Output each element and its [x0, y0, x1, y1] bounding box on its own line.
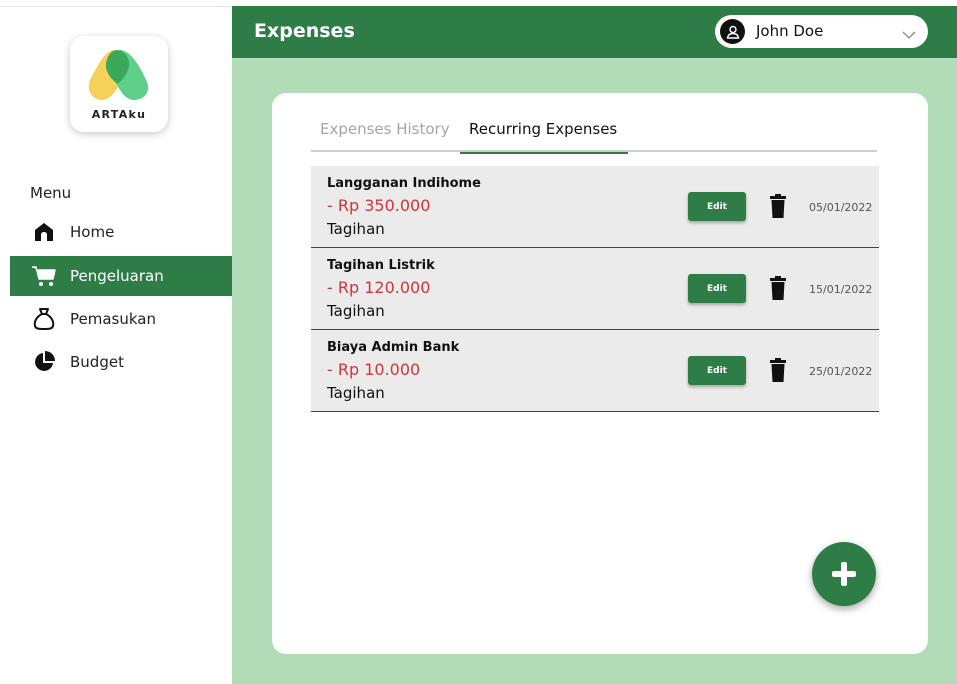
tab-recurring-expenses[interactable]: Recurring Expenses — [460, 120, 628, 154]
expense-date: 25/01/2022 — [809, 365, 873, 378]
money-bag-icon — [31, 307, 57, 331]
edit-button[interactable]: Edit — [688, 274, 746, 303]
expenses-card: Expenses History Recurring Expenses Lang… — [272, 93, 928, 654]
sidebar-item-pemasukan[interactable]: Pemasukan — [0, 299, 232, 339]
expense-amount: - Rp 120.000 — [327, 278, 431, 297]
user-icon — [720, 19, 745, 44]
expense-date: 15/01/2022 — [809, 283, 873, 296]
list-item: Langganan Indihome - Rp 350.000 Tagihan … — [311, 166, 879, 248]
app-logo: ARTAku — [70, 36, 168, 132]
page-title: Expenses — [254, 20, 355, 42]
sidebar-item-label: Home — [70, 223, 115, 241]
sidebar-item-home[interactable]: Home — [0, 212, 232, 252]
recurring-expenses-list: Langganan Indihome - Rp 350.000 Tagihan … — [311, 166, 879, 412]
expense-name: Tagihan Listrik — [327, 258, 435, 273]
menu-title: Menu — [30, 184, 72, 202]
add-expense-button[interactable] — [812, 542, 876, 606]
sidebar-item-label: Pemasukan — [70, 310, 156, 328]
top-header: Expenses John Doe — [232, 6, 957, 58]
tab-bar: Expenses History Recurring Expenses — [311, 118, 877, 154]
expense-category: Tagihan — [327, 220, 385, 238]
sidebar-item-label: Pengeluaran — [70, 267, 164, 285]
user-name: John Doe — [756, 22, 824, 40]
expense-name: Biaya Admin Bank — [327, 340, 460, 355]
expense-amount: - Rp 10.000 — [327, 360, 421, 379]
logo-text: ARTAku — [91, 108, 147, 121]
sidebar-item-label: Budget — [70, 353, 124, 371]
expense-category: Tagihan — [327, 384, 385, 402]
divider — [0, 6, 232, 7]
logo-icon — [88, 50, 149, 100]
trash-icon[interactable] — [769, 276, 787, 304]
pie-chart-icon — [31, 350, 57, 374]
trash-icon[interactable] — [769, 194, 787, 222]
list-item: Biaya Admin Bank - Rp 10.000 Tagihan Edi… — [311, 330, 879, 412]
list-item: Tagihan Listrik - Rp 120.000 Tagihan Edi… — [311, 248, 879, 330]
tab-expenses-history[interactable]: Expenses History — [320, 120, 450, 152]
edit-button[interactable]: Edit — [688, 192, 746, 221]
edit-button[interactable]: Edit — [688, 356, 746, 385]
sidebar-item-budget[interactable]: Budget — [0, 342, 232, 382]
main-content: Expenses History Recurring Expenses Lang… — [232, 58, 957, 684]
expense-date: 05/01/2022 — [809, 201, 873, 214]
expense-amount: - Rp 350.000 — [327, 196, 431, 215]
user-menu-dropdown[interactable]: John Doe — [715, 15, 928, 48]
expense-category: Tagihan — [327, 302, 385, 320]
sidebar: ARTAku Menu Home Pengeluaran Pemasukan B… — [0, 0, 232, 684]
home-icon — [31, 220, 57, 244]
plus-icon — [832, 562, 856, 586]
expense-name: Langganan Indihome — [327, 176, 481, 191]
trash-icon[interactable] — [769, 358, 787, 386]
sidebar-item-pengeluaran[interactable]: Pengeluaran — [10, 256, 232, 296]
cart-icon — [31, 264, 57, 288]
chevron-down-icon — [902, 25, 916, 44]
